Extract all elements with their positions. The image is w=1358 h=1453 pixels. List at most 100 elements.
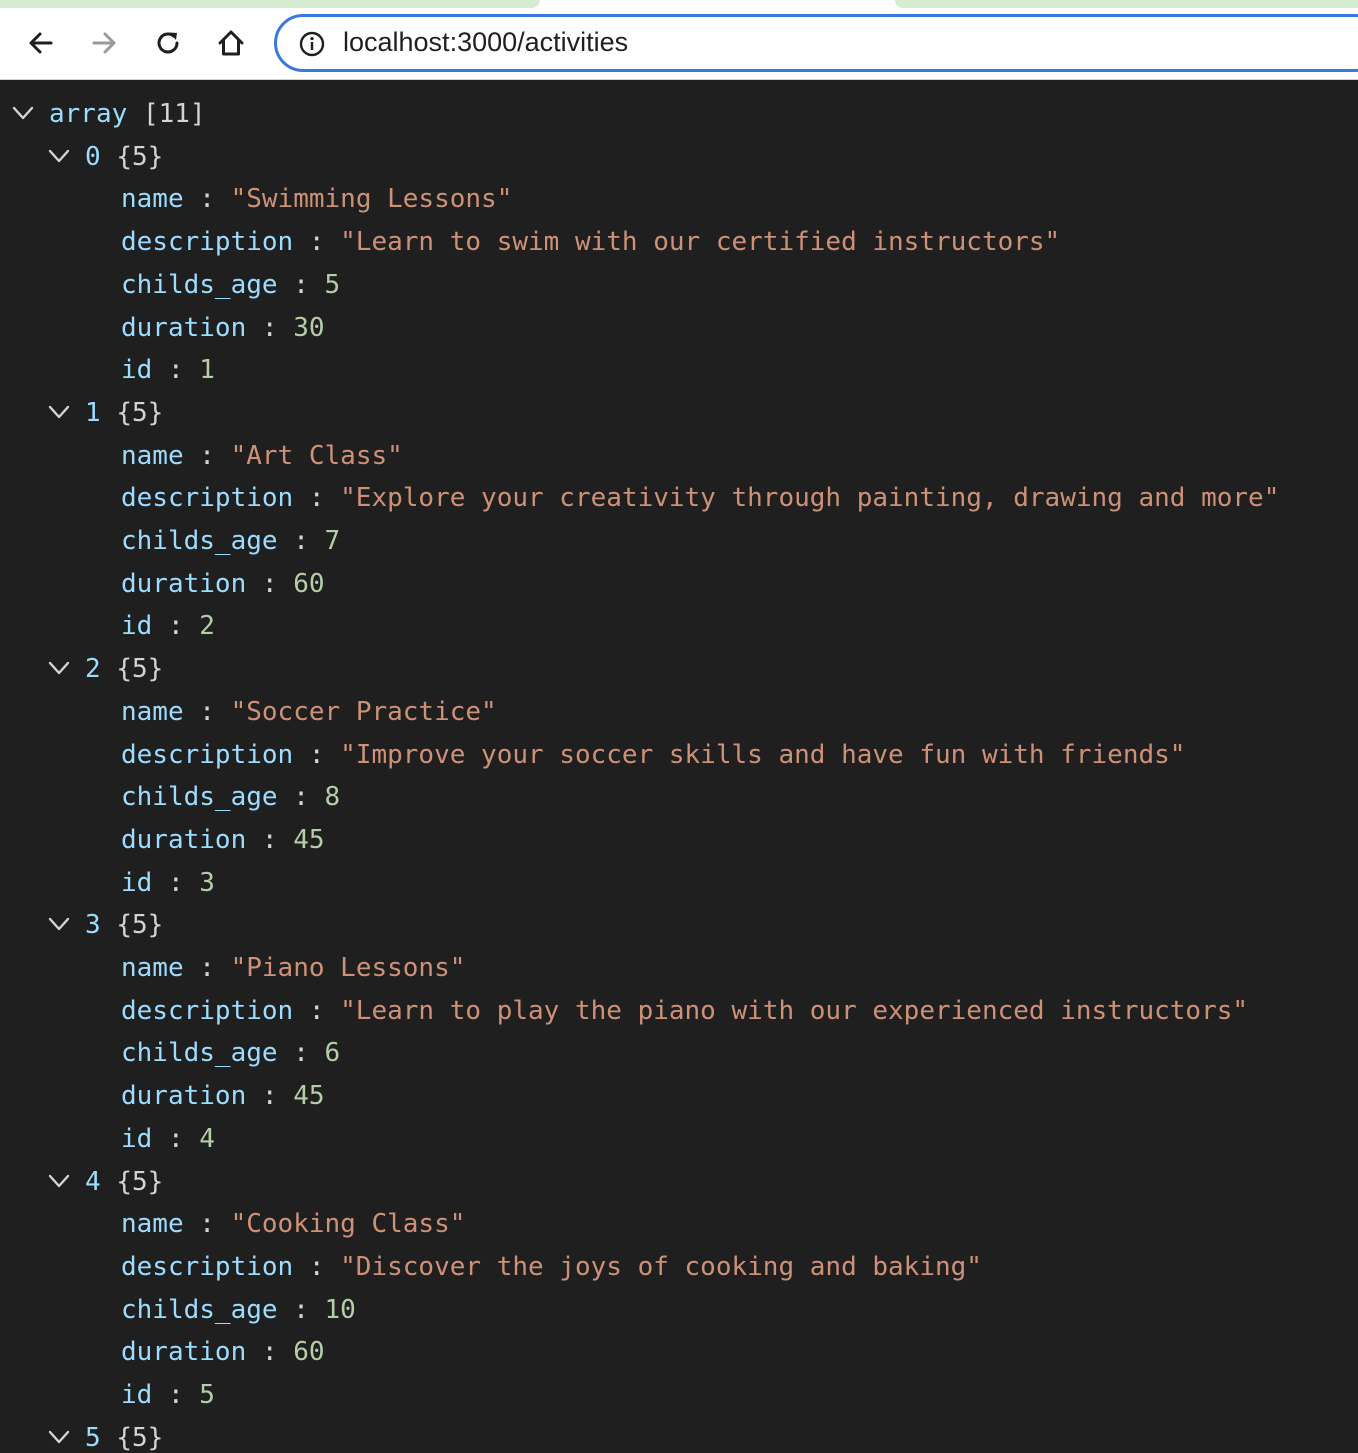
field-value: "Discover the joys of cooking and baking…	[340, 1251, 982, 1282]
field-row: name : "Swimming Lessons"	[0, 178, 1358, 220]
chevron-down-icon[interactable]	[48, 403, 70, 421]
field-separator: :	[293, 1038, 309, 1069]
field-separator: :	[199, 440, 215, 471]
field-row: duration : 60	[0, 1331, 1358, 1373]
json-viewer: array [11] 0 {5} name : "Swimming Lessons"…	[0, 81, 1358, 1453]
field-row: childs_age : 6	[0, 1032, 1358, 1074]
field-key: childs_age	[121, 269, 278, 300]
reload-button[interactable]	[145, 20, 191, 66]
field-row: duration : 45	[0, 1075, 1358, 1117]
field-row: duration : 30	[0, 307, 1358, 349]
field-row: name : "Piano Lessons"	[0, 947, 1358, 989]
home-button[interactable]	[208, 20, 254, 66]
node-count: {5}	[116, 1166, 164, 1197]
tree-node-item[interactable]: 4 {5}	[0, 1161, 1358, 1203]
field-key: id	[121, 355, 153, 386]
field-row: name : "Soccer Practice"	[0, 691, 1358, 733]
field-separator: :	[261, 568, 278, 599]
field-key: childs_age	[121, 1294, 278, 1325]
field-row: description : "Discover the joys of cook…	[0, 1246, 1358, 1288]
field-separator: :	[167, 611, 184, 642]
field-key: name	[121, 184, 184, 215]
field-key: description	[121, 483, 294, 514]
field-value: 60	[293, 1337, 325, 1368]
chevron-down-icon[interactable]	[48, 659, 70, 677]
field-row: description : "Learn to swim with our ce…	[0, 221, 1358, 263]
field-value: "Art Class"	[230, 440, 403, 471]
field-value: "Explore your creativity through paintin…	[340, 483, 1280, 514]
field-value: "Improve your soccer skills and have fun…	[340, 739, 1186, 770]
field-key: description	[121, 739, 294, 770]
field-key: duration	[121, 1081, 247, 1112]
node-count: {5}	[116, 910, 164, 941]
field-value: 4	[199, 1123, 215, 1154]
field-separator: :	[293, 1294, 309, 1325]
field-separator: :	[261, 1337, 278, 1368]
field-row: duration : 60	[0, 563, 1358, 605]
field-value: 2	[199, 611, 215, 642]
field-row: name : "Art Class"	[0, 435, 1358, 477]
field-separator: :	[308, 483, 325, 514]
field-key: id	[121, 1380, 153, 1410]
field-key: duration	[121, 1337, 247, 1368]
field-value: 1	[199, 355, 215, 386]
field-separator: :	[167, 1123, 184, 1154]
node-count: [11]	[142, 99, 206, 129]
field-key: childs_age	[121, 782, 278, 813]
field-key: duration	[121, 312, 247, 343]
tree-node-item[interactable]: 2 {5}	[0, 648, 1358, 690]
node-count: {5}	[116, 141, 164, 172]
field-separator: :	[308, 1251, 325, 1282]
field-key: duration	[121, 568, 247, 599]
tree-node-root[interactable]: array [11]	[0, 93, 1358, 135]
node-index: 1	[85, 397, 101, 428]
field-row: duration : 45	[0, 819, 1358, 861]
field-value: 6	[324, 1038, 341, 1069]
chevron-down-icon[interactable]	[48, 1428, 70, 1446]
chevron-down-icon[interactable]	[12, 104, 34, 122]
node-count: {5}	[116, 654, 164, 685]
tab-right[interactable]	[895, 0, 1358, 8]
field-separator: :	[167, 355, 184, 386]
field-row: id : 4	[0, 1118, 1358, 1160]
tree-node-item[interactable]: 3 {5}	[0, 904, 1358, 946]
field-value: 7	[324, 526, 341, 556]
field-row: childs_age : 8	[0, 776, 1358, 818]
field-separator: :	[167, 867, 184, 898]
field-separator: :	[199, 1209, 215, 1240]
field-key: id	[121, 611, 153, 642]
address-bar[interactable]: localhost:3000/activities	[274, 14, 1358, 72]
back-button[interactable]	[18, 20, 64, 66]
chevron-down-icon[interactable]	[48, 915, 70, 933]
field-row: description : "Learn to play the piano w…	[0, 990, 1358, 1032]
home-icon	[218, 30, 244, 56]
field-row: name : "Cooking Class"	[0, 1203, 1358, 1245]
field-value: "Cooking Class"	[230, 1209, 466, 1240]
node-count: {5}	[116, 397, 164, 428]
chevron-down-icon[interactable]	[48, 1172, 70, 1190]
field-separator: :	[308, 739, 325, 770]
url-text[interactable]: localhost:3000/activities	[343, 27, 628, 58]
field-value: "Learn to swim with our certified instru…	[340, 227, 1061, 258]
field-value: 8	[324, 782, 341, 813]
tab-left[interactable]	[0, 0, 540, 8]
field-row: childs_age : 7	[0, 520, 1358, 562]
forward-button[interactable]	[81, 20, 127, 66]
info-icon[interactable]	[299, 31, 325, 57]
node-index: 5	[85, 1422, 101, 1453]
field-row: description : "Improve your soccer skill…	[0, 734, 1358, 776]
tree-node-item[interactable]: 1 {5}	[0, 392, 1358, 434]
tree-node-item[interactable]: 5 {5}	[0, 1417, 1358, 1453]
field-key: description	[121, 995, 294, 1026]
field-row: id : 1	[0, 349, 1358, 391]
node-index: 2	[85, 654, 101, 685]
field-separator: :	[167, 1380, 184, 1410]
chevron-down-icon[interactable]	[48, 147, 70, 165]
node-count: {5}	[116, 1422, 164, 1453]
field-separator: :	[308, 227, 325, 258]
tree-node-item[interactable]: 0 {5}	[0, 136, 1358, 178]
field-row: childs_age : 5	[0, 264, 1358, 306]
field-key: childs_age	[121, 1038, 278, 1069]
field-value: 60	[293, 568, 325, 599]
field-key: name	[121, 1209, 184, 1240]
